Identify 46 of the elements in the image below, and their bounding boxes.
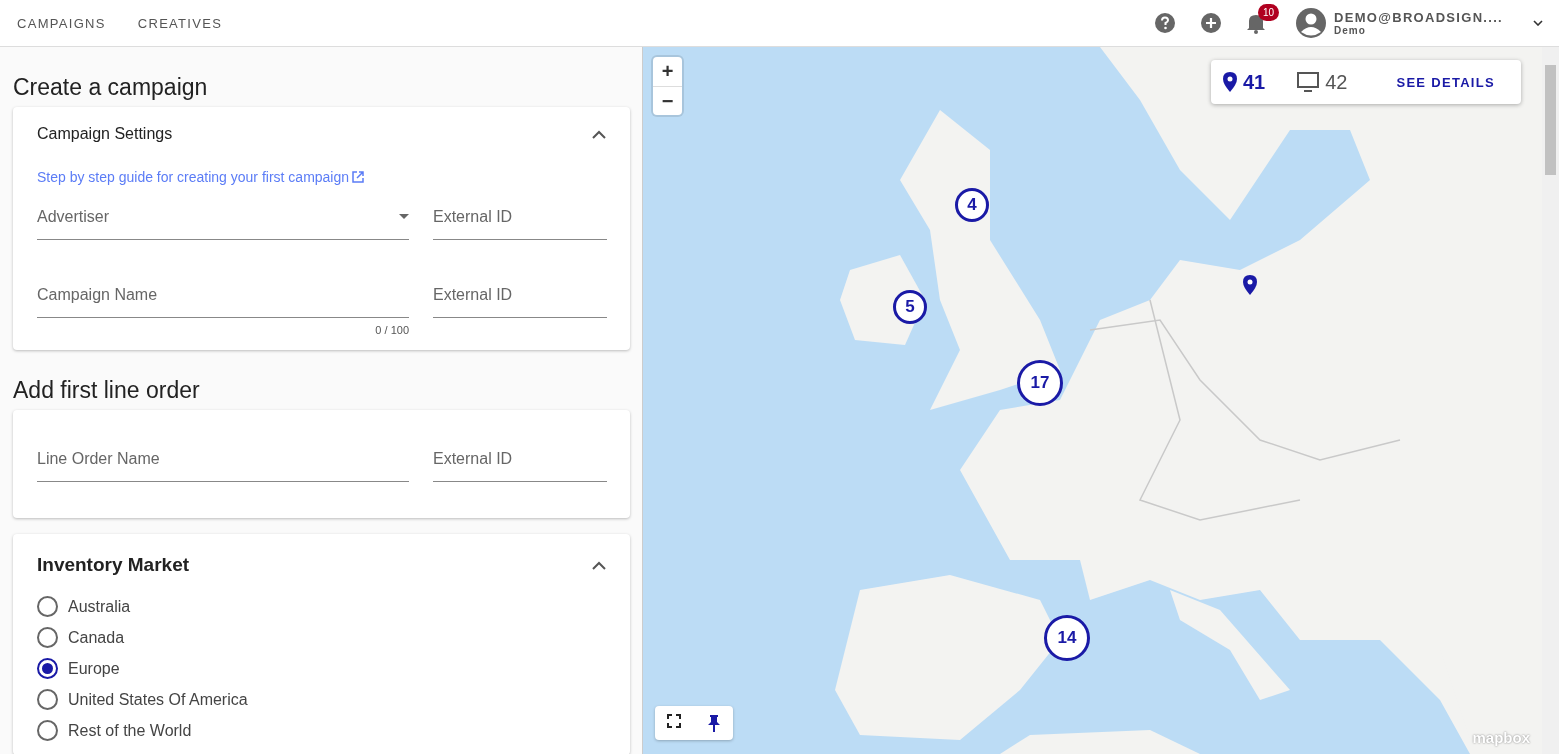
guide-link[interactable]: Step by step guide for creating your first campaign xyxy=(37,169,366,185)
radio-option[interactable]: Europe xyxy=(37,658,606,679)
radio-option[interactable]: Canada xyxy=(37,627,606,648)
section-heading: Add first line order xyxy=(13,377,201,404)
radio-button[interactable] xyxy=(37,720,58,741)
add-icon[interactable] xyxy=(1200,12,1222,34)
scrollbar-thumb[interactable] xyxy=(1545,65,1556,175)
radio-option[interactable]: Australia xyxy=(37,596,606,617)
radio-button[interactable] xyxy=(37,627,58,648)
help-icon[interactable] xyxy=(1154,12,1176,34)
character-counter: 0 / 100 xyxy=(374,324,409,336)
monitor-icon xyxy=(1297,72,1320,92)
avatar-icon xyxy=(1296,8,1326,38)
input-field[interactable]: External ID xyxy=(433,442,607,482)
zoom-out-button[interactable]: − xyxy=(653,86,682,115)
map-pin-icon[interactable] xyxy=(1243,275,1257,295)
radio-option[interactable]: United States Of America xyxy=(37,689,606,710)
external-link-icon xyxy=(351,170,366,184)
radio-button[interactable] xyxy=(37,658,58,679)
page-title: Create a campaign xyxy=(13,74,209,101)
chevron-up-icon[interactable] xyxy=(592,560,606,570)
radio-option[interactable]: Rest of the World xyxy=(37,720,606,741)
select-field[interactable]: Advertiser xyxy=(37,200,409,240)
zoom-in-button[interactable]: + xyxy=(653,57,682,86)
input-field[interactable]: External ID xyxy=(433,200,607,240)
chevron-up-icon[interactable] xyxy=(592,129,606,139)
organization-name: Demo xyxy=(1334,25,1366,36)
user-menu[interactable]: DEMO@BROADSIGN.... Demo xyxy=(1296,8,1543,38)
radio-button[interactable] xyxy=(37,689,58,710)
user-email: DEMO@BROADSIGN.... xyxy=(1334,10,1503,25)
nav-link[interactable]: CREATIVES xyxy=(137,15,223,31)
dropdown-arrow-icon xyxy=(399,214,409,219)
location-count: 41 xyxy=(1243,70,1266,94)
screen-count: 42 xyxy=(1325,70,1348,94)
notification-badge: 10 xyxy=(1258,4,1280,21)
map-attribution: mapbox xyxy=(1472,729,1530,746)
see-details-button[interactable]: SEE DETAILS xyxy=(1390,73,1501,91)
radio-button[interactable] xyxy=(37,596,58,617)
input-field[interactable]: Campaign Name xyxy=(37,278,409,318)
nav-link[interactable]: CAMPAIGNS xyxy=(17,15,106,31)
section-title: Campaign Settings xyxy=(37,125,173,143)
section-title: Inventory Market xyxy=(37,554,190,576)
input-field[interactable]: External ID xyxy=(433,278,607,318)
chevron-down-icon xyxy=(1533,20,1543,26)
location-pin-icon xyxy=(1223,72,1237,92)
input-field[interactable]: Line Order Name xyxy=(37,442,409,482)
